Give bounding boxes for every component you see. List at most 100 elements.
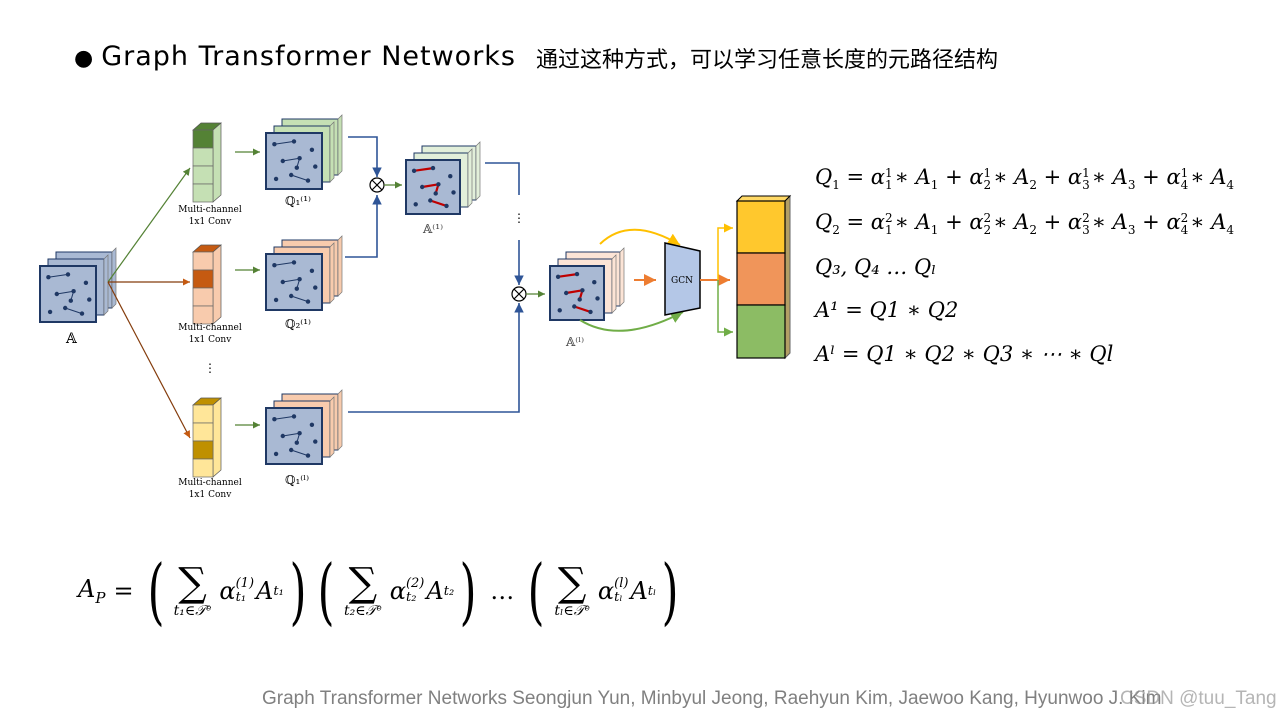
graph-layer-side (337, 235, 343, 297)
conv-block-orange (192, 244, 222, 325)
graph-node (291, 260, 297, 265)
ql-graph-stack (265, 389, 343, 465)
graph-node (297, 431, 302, 436)
formula-sum-block: ( ∑ t₂∈𝒯ᵉ α (2) t₂ At₂ ) (317, 549, 477, 633)
al-graph-stack (549, 247, 625, 321)
graph-node (564, 290, 569, 296)
arrow-to-conv-yellow (107, 281, 191, 439)
formula-lhs: AP (78, 575, 106, 607)
graph-node (309, 147, 315, 152)
graph-node (588, 309, 593, 315)
graph-node (555, 274, 561, 279)
graph-node (580, 288, 585, 293)
graph-node (305, 299, 311, 304)
graph-node (79, 311, 85, 316)
conv-cell (192, 458, 214, 478)
graph-node (273, 297, 279, 303)
graph-node (557, 308, 562, 313)
graph-node (280, 279, 285, 285)
graph-node (433, 191, 438, 196)
graph-node (273, 176, 279, 182)
q2-label: ℚ₂⁽¹⁾ (285, 317, 311, 331)
al-label: 𝔸⁽ˡ⁾ (565, 335, 584, 349)
graph-node (420, 184, 425, 190)
q1-label: ℚ₁⁽¹⁾ (285, 194, 311, 208)
formula-sum-block: ( ∑ tₗ∈𝒯ᵉ α (l) tₗ Atₗ ) (527, 549, 679, 633)
graph-node (297, 156, 302, 161)
multiply-icon-1 (369, 177, 385, 193)
arrow-to-conv-green (107, 167, 191, 283)
output-orange (736, 252, 786, 306)
q1-graph-stack (265, 114, 343, 190)
conv-cell (192, 165, 214, 185)
graph-node (68, 298, 74, 303)
equation-q2: Q2 = α 2 1 ∗ A1 + α 2 2 ∗ A2 + α 2 3 ∗ A3 + α 2 4 ∗ … (815, 210, 1234, 237)
equation-text: Q2 = α 2 1 ∗ A1 + α 2 2 ∗ A2 + α 2 3 ∗ A3 + α 2 4 ∗ … (815, 210, 1235, 238)
arrow-gcn-yellow (717, 223, 733, 280)
vdots-left: ⋮ (204, 361, 216, 375)
graph-node (313, 439, 318, 444)
conv-label-3a: Multi-channel (178, 478, 242, 488)
graph-node (572, 304, 577, 309)
graph-node (47, 309, 53, 315)
graph-layer-side (103, 254, 109, 316)
graph-node (294, 165, 299, 170)
graph-node (71, 289, 76, 294)
graph-node (272, 263, 277, 268)
graph-node (444, 203, 449, 209)
conv-cell (192, 287, 214, 307)
a1-label: 𝔸⁽¹⁾ (422, 222, 443, 236)
conv-cell (192, 129, 214, 149)
multiply-icon-2 (511, 286, 527, 302)
conv-cell (192, 305, 214, 325)
equation-al: Aˡ = Q1 ∗ Q2 ∗ Q3 ∗ ⋯ ∗ Ql (815, 342, 1114, 366)
watermark: CSDN @tuu_Tang (1120, 688, 1277, 709)
graph-layer-side (329, 121, 335, 183)
curve-arrow-yellow (599, 228, 681, 246)
graph-node (297, 277, 302, 282)
graph-node (294, 286, 299, 291)
a1-graph-stack (405, 141, 481, 215)
connector-a1-down (485, 162, 520, 195)
vdots-right: ⋮ (513, 211, 525, 225)
equation-q-rest: Q₃, Q₄ … Qₗ (815, 255, 937, 279)
formula-equals: = (113, 577, 134, 605)
graph-node (309, 268, 315, 273)
conv-cell (192, 404, 214, 424)
conv-label-2a: Multi-channel (178, 323, 242, 333)
graph-node (294, 440, 299, 445)
conv-label-1a: Multi-channel (178, 205, 242, 215)
graph-node (280, 433, 285, 439)
equation-a1: A¹ = Q1 ∗ Q2 (815, 298, 959, 322)
equation-text: Q1 = α 1 1 ∗ A1 + α 1 2 ∗ A2 + α 1 3 ∗ A3 + α 1 4 ∗ … (815, 165, 1235, 193)
conv-cell (192, 440, 214, 460)
graph-node (272, 417, 277, 422)
graph-node (309, 422, 315, 427)
output-embedding-stack (735, 194, 792, 360)
graph-node (46, 275, 51, 280)
graph-node (313, 285, 318, 290)
conv-block-green (192, 122, 222, 203)
graph-node (411, 168, 417, 173)
formula-blocks: ( ∑ t₁∈𝒯ᵉ α (1) t₁ At₁ )( ∑ t₂∈𝒯ᵉ α (2) t₂ At₂ )… (142, 555, 685, 627)
conv-side (212, 122, 222, 203)
gcn-label: GCN (671, 276, 693, 286)
conv-label-2b: 1x1 Conv (189, 335, 232, 345)
conv-label-1b: 1x1 Conv (189, 217, 232, 227)
ql-label: ℚ₁⁽ˡ⁾ (285, 473, 309, 487)
graph-node (313, 164, 318, 169)
graph-layer-side (619, 247, 625, 307)
graph-node (577, 297, 582, 302)
input-label: 𝔸 (65, 331, 78, 347)
conv-cell (192, 422, 214, 442)
graph-node (448, 174, 453, 179)
graph-layer-side (111, 247, 117, 309)
connector-ql-mult (348, 303, 524, 413)
graph-node (87, 297, 92, 302)
formula-sum-block: ( ∑ t₁∈𝒯ᵉ α (1) t₁ At₁ ) (147, 549, 307, 633)
graph-node (305, 453, 311, 458)
formula-ellipsis: … (490, 577, 515, 605)
graph-node (289, 172, 294, 178)
graph-layer-side (475, 141, 481, 201)
graph-node (289, 293, 294, 299)
